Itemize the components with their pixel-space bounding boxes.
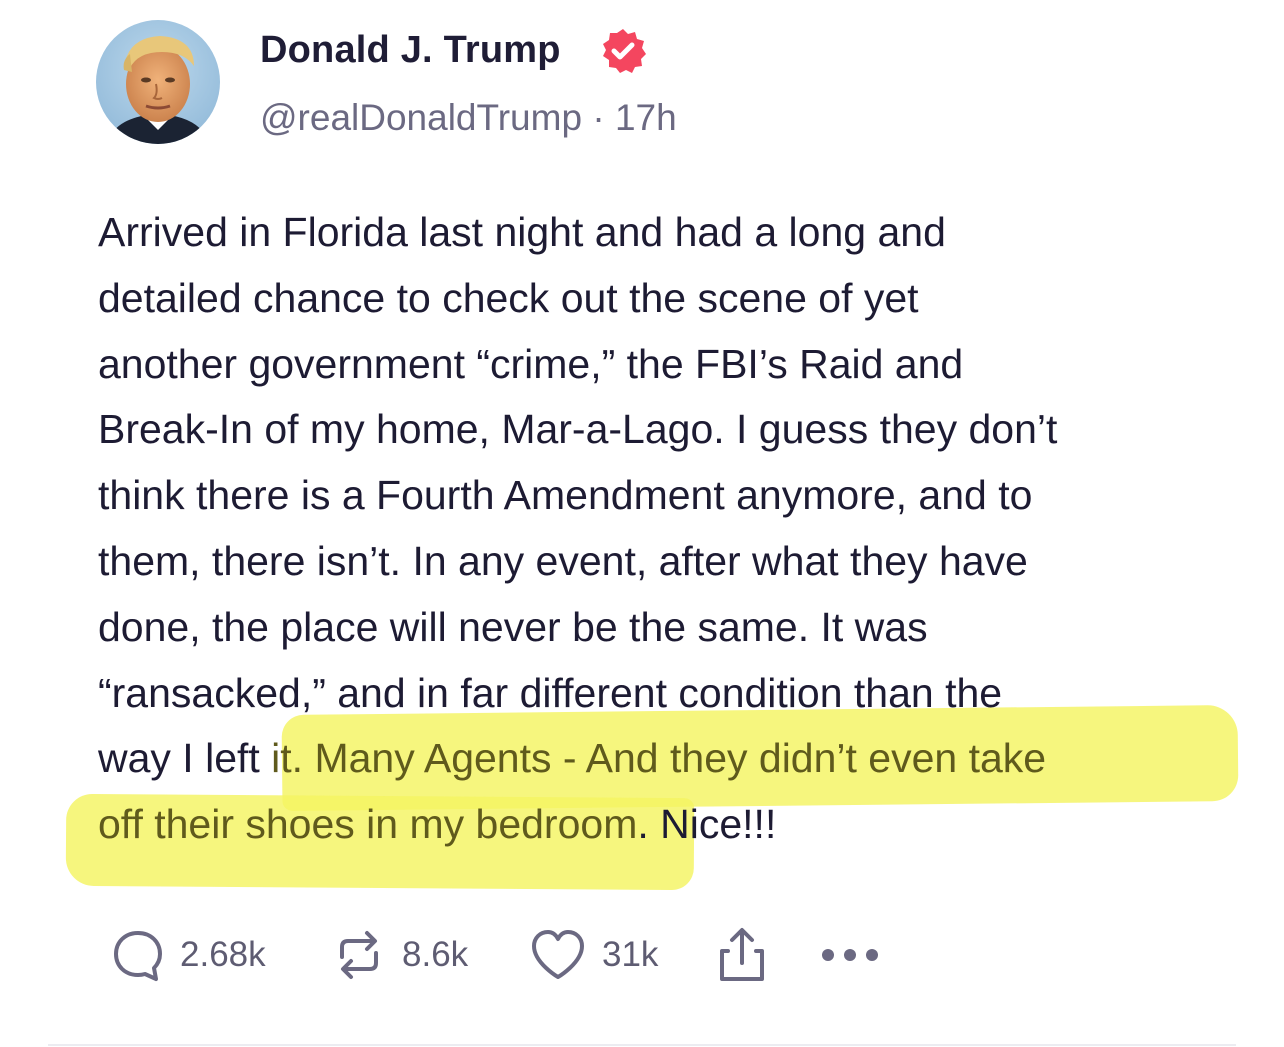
action-bar: 2.68k 8.6k 31k <box>0 920 1284 990</box>
heart-icon <box>532 930 584 979</box>
repost-icon <box>340 931 378 979</box>
reply-count: 2.68k <box>180 935 266 974</box>
verified-badge-icon <box>598 26 648 76</box>
post-line: “ransacked,” and in far different condit… <box>98 669 1003 716</box>
author-meta: @realDonaldTrump · 17h <box>260 96 677 140</box>
post-divider <box>48 1044 1236 1046</box>
more-options-button[interactable] <box>818 920 882 990</box>
meta-separator: · <box>592 97 605 138</box>
post-timestamp[interactable]: 17h <box>615 97 677 138</box>
post-line: off their shoes in my bedroom. Nice!!! <box>98 792 1218 858</box>
more-dots-icon <box>822 949 878 961</box>
share-icon <box>720 928 764 981</box>
reply-bubble-icon <box>114 931 162 981</box>
post-line: done, the place will never be the same. … <box>98 603 928 650</box>
post-line: another government “crime,” the FBI’s Ra… <box>98 340 964 387</box>
repost-count: 8.6k <box>402 935 469 974</box>
post-line: way I left it. Many Agents - And they di… <box>98 726 1218 792</box>
author-name[interactable]: Donald J. Trump <box>260 28 561 72</box>
post-line: Arrived in Florida last night and had a … <box>98 209 946 255</box>
avatar[interactable] <box>96 20 220 144</box>
author-handle[interactable]: @realDonaldTrump <box>260 97 582 138</box>
post-text: . Nice!!! <box>637 801 777 848</box>
post-line: think there is a Fourth Amendment anymor… <box>98 472 1033 519</box>
post-body: Arrived in Florida last night and had a … <box>98 200 1218 858</box>
post-line: Break-In of my home, Mar-a-Lago. I guess… <box>98 406 1058 453</box>
highlighted-text: it. Many Agents - And they didn’t even t… <box>271 735 1047 782</box>
reply-button[interactable]: 2.68k <box>110 920 266 990</box>
highlighted-text: off their shoes in my bedroom <box>98 801 638 848</box>
post-text: way I left <box>98 735 272 782</box>
share-button[interactable] <box>714 920 770 990</box>
avatar-photo <box>96 20 220 144</box>
repost-button[interactable]: 8.6k <box>330 920 468 990</box>
like-count: 31k <box>602 935 659 974</box>
like-button[interactable]: 31k <box>528 920 658 990</box>
post-line: detailed chance to check out the scene o… <box>98 274 919 321</box>
post-line: them, there isn’t. In any event, after w… <box>98 537 1028 584</box>
